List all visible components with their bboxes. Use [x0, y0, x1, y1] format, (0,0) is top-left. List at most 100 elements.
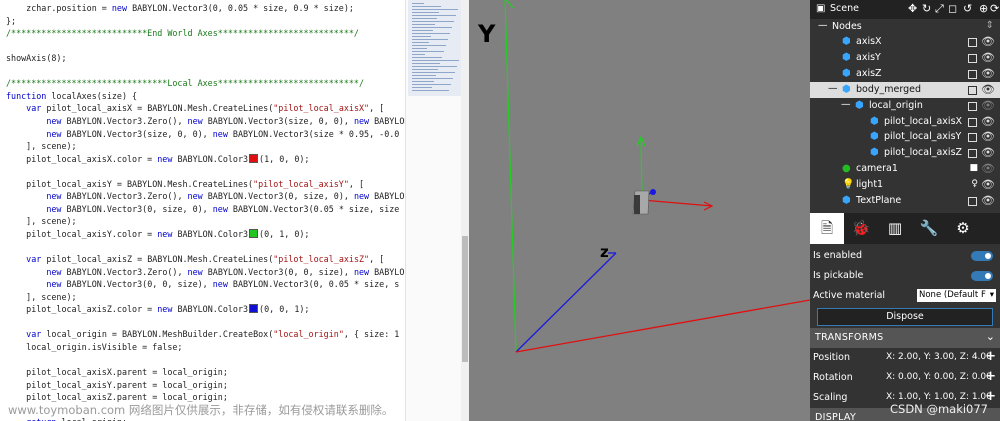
code-line[interactable]: /***************************End World Ax… [6, 27, 359, 39]
tab-statistics[interactable]: ▥ [878, 213, 912, 244]
code-text-suffix: (0, 1, 0); [259, 228, 310, 239]
rotation-value[interactable]: X: 0.00, Y: 0.00, Z: 0.00 [886, 372, 992, 382]
tree-node-textplane[interactable]: ⬢ TextPlane 👁 [810, 193, 1000, 209]
color-swatch[interactable] [249, 304, 259, 314]
code-line[interactable]: pilot_local_axisX.parent = local_origin; [6, 366, 228, 378]
code-line[interactable]: pilot_local_axisY.parent = local_origin; [6, 379, 228, 391]
scaling-label: Scaling [813, 392, 848, 403]
eye-icon[interactable]: 👁 [981, 194, 995, 207]
code-line[interactable]: var pilot_local_axisZ = BABYLON.Mesh.Cre… [6, 253, 384, 265]
code-line[interactable]: pilot_local_axisZ.color = new BABYLON.Co… [6, 303, 309, 315]
eye-icon[interactable]: 👁 [981, 35, 995, 48]
eye-icon[interactable]: 👁 [981, 178, 995, 191]
tab-debug[interactable]: 🐞 [844, 213, 878, 244]
position-value[interactable]: X: 2.00, Y: 3.00, Z: 4.00 [886, 352, 992, 362]
tree-node-local-origin[interactable]: — ⬢ local_origin 👁 [810, 98, 1000, 114]
active-material-row: Active material None (Default F ▾ [810, 286, 1000, 306]
code-line[interactable]: new BABYLON.Vector3(0, size, 0), new BAB… [6, 203, 399, 215]
eye-icon[interactable]: 👁 [981, 83, 995, 96]
tree-node-axisx[interactable]: ⬢ axisX 👁 [810, 34, 1000, 50]
bounding-box-checkbox[interactable] [968, 38, 977, 47]
tree-node-pilot-local-axisz[interactable]: ⬢ pilot_local_axisZ 👁 [810, 145, 1000, 161]
eye-icon[interactable]: 👁 [981, 162, 995, 175]
light-bulb-icon[interactable]: ♀ [971, 179, 978, 189]
color-swatch[interactable] [249, 153, 259, 163]
code-line[interactable]: var local_origin = BABYLON.MeshBuilder.C… [6, 328, 399, 340]
bounding-box-checkbox[interactable] [968, 197, 977, 206]
eye-icon[interactable]: 👁 [981, 130, 995, 143]
code-line[interactable]: }; [6, 15, 16, 27]
target-icon[interactable]: ⊕ [979, 2, 988, 15]
color-swatch[interactable] [249, 228, 259, 238]
transforms-section-header[interactable]: TRANSFORMS ⌄ [810, 328, 1000, 348]
bounding-box-checkbox[interactable] [968, 69, 977, 79]
tree-node-pilot-local-axisx[interactable]: ⬢ pilot_local_axisX 👁 [810, 114, 1000, 130]
code-line[interactable]: new BABYLON.Vector3.Zero(), new BABYLON.… [6, 190, 404, 202]
nodes-group[interactable]: — Nodes ⇕ [810, 19, 1000, 35]
bounding-box-checkbox[interactable] [968, 101, 977, 111]
collapse-icon[interactable]: — [828, 83, 838, 94]
expand-plus-icon[interactable]: + [985, 369, 996, 384]
code-text: new BABYLON.Vector3.Zero(), new BABYLON.… [46, 191, 405, 202]
tree-node-light1[interactable]: 💡 light1 ♀ 👁 [810, 177, 1000, 193]
tree-node-camera1[interactable]: ● camera1 ■ 👁 [810, 161, 1000, 177]
tab-properties[interactable]: 🗎 [810, 213, 844, 244]
rotate-gizmo-icon[interactable]: ↻ [922, 2, 931, 15]
bounding-box-checkbox[interactable] [968, 85, 977, 95]
expand-all-icon[interactable]: ⇕ [986, 20, 994, 31]
bounding-box-checkbox[interactable] [968, 117, 977, 127]
code-line[interactable]: function localAxes(size) { [6, 90, 137, 102]
code-line[interactable]: new BABYLON.Vector3.Zero(), new BABYLON.… [6, 115, 405, 127]
scrollbar-thumb[interactable] [462, 236, 468, 362]
minimap-line [412, 30, 433, 31]
expand-plus-icon[interactable]: + [985, 349, 996, 364]
is-enabled-toggle[interactable] [971, 251, 993, 261]
bounding-box-checkbox[interactable] [968, 133, 977, 143]
code-line[interactable]: local_origin.isVisible = false; [6, 341, 182, 353]
code-text: ], scene); [6, 141, 77, 152]
code-line[interactable]: pilot_local_axisY.color = new BABYLON.Co… [6, 228, 309, 240]
eye-icon[interactable]: 👁 [981, 67, 995, 80]
code-minimap[interactable] [405, 0, 466, 421]
code-line[interactable]: new BABYLON.Vector3(size, 0, 0), new BAB… [6, 128, 399, 140]
code-line[interactable]: showAxis(8); [6, 52, 67, 64]
tab-settings[interactable]: ⚙ [946, 213, 980, 244]
eye-icon[interactable]: 👁 [981, 51, 995, 64]
eye-icon[interactable]: 👁 [981, 146, 995, 159]
code-editor[interactable]: zchar.position = new BABYLON.Vector3(0, … [0, 0, 405, 421]
dispose-button[interactable]: Dispose [817, 308, 993, 326]
tree-node-axisy[interactable]: ⬢ axisY 👁 [810, 50, 1000, 66]
scaling-value[interactable]: X: 1.00, Y: 1.00, Z: 1.00 [886, 392, 992, 402]
minimap-line [412, 36, 431, 37]
babylon-viewport[interactable]: Y z [469, 0, 810, 421]
code-line[interactable]: new BABYLON.Vector3(0, 0, size), new BAB… [6, 278, 399, 290]
bounding-gizmo-icon[interactable]: ◻ [948, 2, 957, 15]
code-line[interactable]: pilot_local_axisX.color = new BABYLON.Co… [6, 153, 309, 165]
code-line[interactable]: new BABYLON.Vector3.Zero(), new BABYLON.… [6, 266, 404, 278]
recycle-icon[interactable]: ⟳ [990, 2, 999, 15]
is-pickable-toggle[interactable] [971, 271, 993, 281]
tree-node-pilot-local-axisy[interactable]: ⬢ pilot_local_axisY 👁 [810, 129, 1000, 145]
active-material-select[interactable]: None (Default F ▾ [917, 289, 996, 302]
move-gizmo-icon[interactable]: ✥ [908, 2, 917, 15]
code-line[interactable]: ], scene); [6, 140, 77, 152]
scale-gizmo-icon[interactable]: ⤢ [935, 2, 944, 16]
code-line[interactable]: zchar.position = new BABYLON.Vector3(0, … [6, 2, 354, 14]
collapse-icon[interactable]: — [841, 99, 851, 110]
code-line[interactable]: pilot_local_axisY = BABYLON.Mesh.CreateL… [6, 178, 364, 190]
bounding-box-checkbox[interactable] [968, 149, 977, 159]
eye-icon[interactable]: 👁 [981, 115, 995, 128]
refresh-icon[interactable]: ↺ [963, 2, 972, 15]
eye-icon[interactable]: 👁 [981, 99, 995, 112]
code-line[interactable]: ], scene); [6, 291, 76, 303]
code-line[interactable]: /*******************************Local Ax… [6, 77, 364, 89]
code-line[interactable]: ], scene); [6, 215, 76, 227]
video-camera-icon[interactable]: ■ [969, 163, 978, 173]
tree-node-body-merged[interactable]: — ⬢ body_merged 👁 [810, 81, 1000, 98]
tree-node-axisz[interactable]: ⬢ axisZ 👁 [810, 66, 1000, 82]
tab-tools[interactable]: 🔧 [912, 213, 946, 244]
editor-scrollbar[interactable] [461, 0, 469, 421]
minimap-line [412, 18, 437, 19]
code-line[interactable]: var pilot_local_axisX = BABYLON.Mesh.Cre… [6, 102, 384, 114]
bounding-box-checkbox[interactable] [968, 53, 977, 63]
